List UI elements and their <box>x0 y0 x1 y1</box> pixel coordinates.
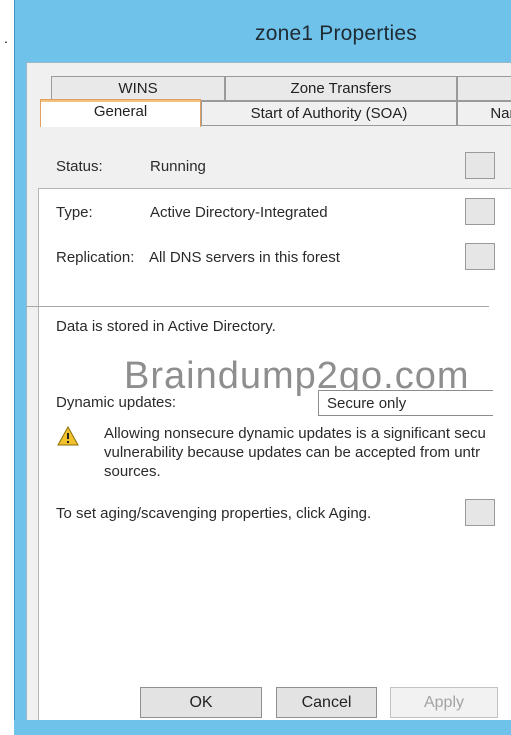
dynamic-updates-selected: Secure only <box>327 395 407 412</box>
pause-button[interactable] <box>465 152 495 179</box>
change-type-button[interactable] <box>465 198 495 225</box>
title-bar[interactable]: zone1 Properties <box>15 0 511 62</box>
warning-text-line1: Allowing nonsecure dynamic updates is a … <box>104 425 486 442</box>
tab-name-servers[interactable]: Nam <box>457 101 511 126</box>
tab-zone-transfers-label: Zone Transfers <box>290 80 392 97</box>
apply-button-label: Apply <box>423 694 465 711</box>
tab-name-servers-label: Nam <box>490 105 511 122</box>
tab-start-of-authority[interactable]: Start of Authority (SOA) <box>201 101 457 126</box>
tab-general-label: General <box>93 103 148 120</box>
cancel-button-label: Cancel <box>301 694 352 711</box>
window-bottom-frame <box>14 720 511 735</box>
status-label: Status: <box>56 158 103 175</box>
status-value: Running <box>150 158 206 175</box>
window-title: zone1 Properties <box>255 22 417 45</box>
tab-wins[interactable]: WINS <box>51 76 225 101</box>
screenshot-stage: . zone1 Properties WINS Zone Transfers S… <box>0 0 511 735</box>
tab-zone-transfers[interactable]: Zone Transfers <box>225 76 457 101</box>
type-label: Type: <box>56 204 93 221</box>
aging-button[interactable] <box>465 499 495 526</box>
replication-value: All DNS servers in this forest <box>149 249 340 266</box>
cancel-button[interactable]: Cancel <box>276 687 377 718</box>
ok-button-label: OK <box>189 694 213 711</box>
warning-text-line3: sources. <box>104 463 161 480</box>
type-value: Active Directory-Integrated <box>150 204 328 221</box>
change-replication-button[interactable] <box>465 243 495 270</box>
storage-note: Data is stored in Active Directory. <box>56 318 276 335</box>
stray-mark: . <box>4 30 8 46</box>
dynamic-updates-label: Dynamic updates: <box>56 394 177 411</box>
tab-wins-label: WINS <box>118 80 158 97</box>
ok-button[interactable]: OK <box>140 687 262 718</box>
tab-soa-label: Start of Authority (SOA) <box>250 105 408 122</box>
warning-text-line2: vulnerability because updates can be acc… <box>104 444 481 461</box>
aging-note: To set aging/scavenging properties, clic… <box>56 505 372 522</box>
replication-label: Replication: <box>56 249 135 266</box>
warning-icon <box>57 426 79 446</box>
apply-button[interactable]: Apply <box>390 687 498 718</box>
dynamic-updates-select[interactable]: Secure only <box>318 390 493 416</box>
tab-general[interactable]: General <box>40 99 201 127</box>
section-divider <box>26 306 489 307</box>
tab-security[interactable]: S <box>457 76 511 101</box>
